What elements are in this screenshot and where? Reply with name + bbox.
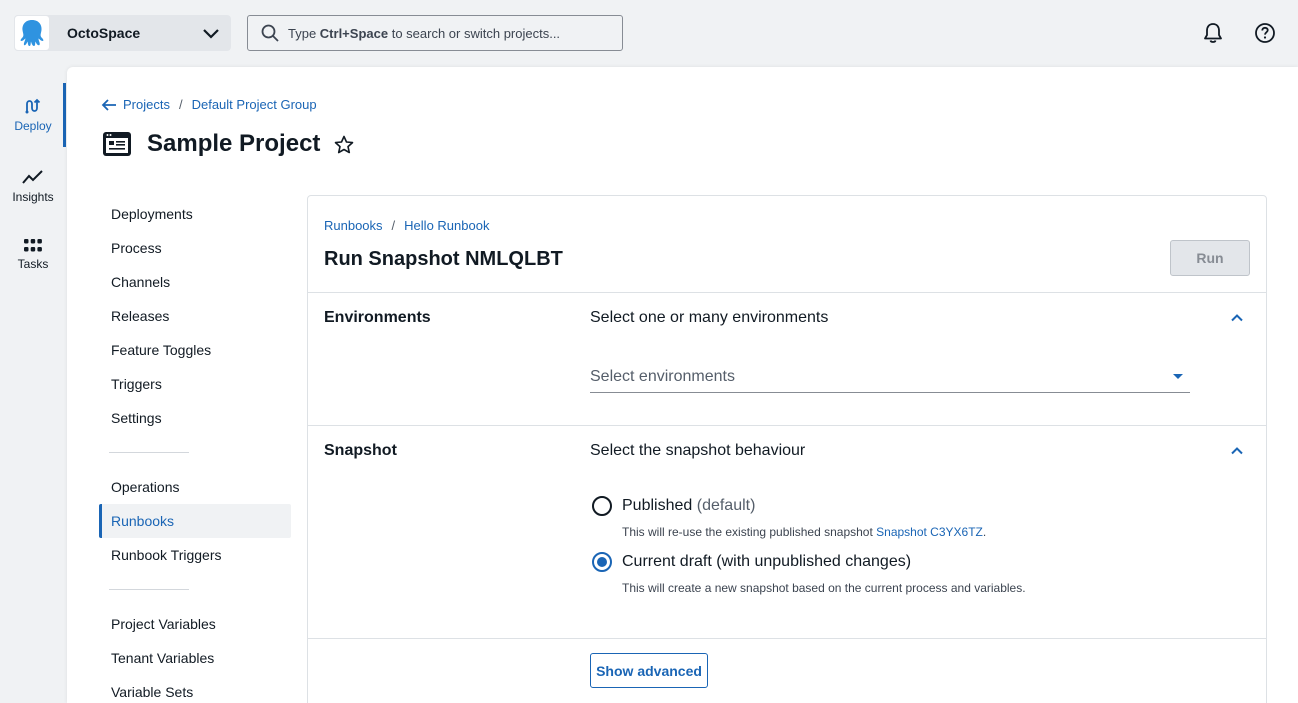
nav-item-variable-sets[interactable]: Variable Sets [99, 675, 291, 703]
bell-icon[interactable] [1201, 21, 1225, 45]
space-name: OctoSpace [67, 25, 141, 41]
caret-down-icon [1172, 373, 1184, 381]
nav-item-triggers[interactable]: Triggers [99, 367, 291, 401]
breadcrumb-runbooks-link[interactable]: Runbooks [324, 218, 383, 233]
octopus-logo-icon [14, 15, 50, 51]
project-header: Sample Project [103, 130, 354, 158]
nav-item-feature-toggles[interactable]: Feature Toggles [99, 333, 291, 367]
main-panel: Projects / Default Project Group Sample … [67, 67, 1298, 703]
deploy-icon [24, 97, 42, 115]
nav-item-operations[interactable]: Operations [99, 470, 291, 504]
run-button[interactable]: Run [1170, 240, 1250, 276]
tasks-icon [24, 239, 42, 253]
section-title: Snapshot [324, 442, 397, 459]
nav-item-settings[interactable]: Settings [99, 401, 291, 435]
show-advanced-button[interactable]: Show advanced [590, 653, 708, 688]
rail-label: Tasks [17, 257, 49, 271]
snapshot-section: Snapshot Select the snapshot behaviour P… [308, 425, 1266, 638]
breadcrumb: Projects / Default Project Group [101, 97, 317, 112]
rail-item-deploy[interactable]: Deploy [0, 97, 66, 133]
breadcrumb-runbook-link[interactable]: Hello Runbook [404, 218, 489, 233]
help-icon[interactable] [1253, 21, 1277, 45]
run-snapshot-card: Runbooks / Hello Runbook Run Snapshot NM… [307, 195, 1267, 703]
card-title: Run Snapshot NMLQLBT [324, 248, 563, 270]
environments-select[interactable]: Select environments [590, 361, 1190, 393]
arrow-left-icon[interactable] [101, 98, 117, 112]
section-description: Select one or many environments [590, 309, 829, 326]
rail-item-insights[interactable]: Insights [0, 168, 66, 204]
radio-published[interactable]: Published (default) [592, 496, 755, 516]
nav-item-runbook-triggers[interactable]: Runbook Triggers [99, 538, 291, 572]
nav-divider [109, 589, 189, 590]
radio-note: This will re-use the existing published … [622, 525, 987, 539]
section-description: Select the snapshot behaviour [590, 442, 806, 459]
page-title: Sample Project [147, 130, 321, 157]
nav-item-runbooks[interactable]: Runbooks [99, 504, 291, 538]
card-breadcrumb: Runbooks / Hello Runbook [324, 218, 489, 233]
breadcrumb-separator: / [178, 97, 183, 112]
nav-item-channels[interactable]: Channels [99, 265, 291, 299]
search-icon [261, 24, 279, 42]
star-icon[interactable] [334, 135, 354, 154]
breadcrumb-separator: / [391, 218, 396, 233]
chevron-up-icon[interactable] [1228, 442, 1246, 460]
nav-item-deployments[interactable]: Deployments [99, 197, 291, 231]
radio-current-draft[interactable]: Current draft (with unpublished changes) [592, 552, 911, 572]
project-nav: Deployments Process Channels Releases Fe… [99, 197, 291, 703]
environments-section: Environments Select one or many environm… [308, 292, 1266, 425]
advanced-section: Show advanced [308, 638, 1266, 703]
nav-item-process[interactable]: Process [99, 231, 291, 265]
breadcrumb-group-link[interactable]: Default Project Group [192, 97, 317, 112]
search-input[interactable]: Type Ctrl+Space to search or switch proj… [247, 15, 623, 51]
section-title: Environments [324, 309, 431, 326]
search-placeholder: Type Ctrl+Space to search or switch proj… [288, 25, 561, 41]
radio-label: Current draft (with unpublished changes) [622, 553, 912, 570]
project-logo-icon [103, 132, 131, 156]
radio-button[interactable] [592, 552, 612, 572]
top-bar: OctoSpace Type Ctrl+Space to search or s… [0, 0, 1298, 66]
chevron-up-icon[interactable] [1228, 309, 1246, 327]
chevron-down-icon [201, 23, 221, 43]
rail-item-tasks[interactable]: Tasks [0, 239, 66, 271]
radio-label: Published (default) [622, 497, 756, 514]
nav-item-releases[interactable]: Releases [99, 299, 291, 333]
rail-label: Insights [12, 190, 54, 204]
nav-item-tenant-variables[interactable]: Tenant Variables [99, 641, 291, 675]
breadcrumb-projects-link[interactable]: Projects [123, 97, 170, 112]
nav-divider [109, 452, 189, 453]
environments-placeholder: Select environments [590, 367, 735, 385]
snapshot-link[interactable]: Snapshot C3YX6TZ [876, 525, 983, 539]
radio-button[interactable] [592, 496, 612, 516]
rail-label: Deploy [14, 119, 52, 133]
space-switcher[interactable]: OctoSpace [14, 15, 231, 51]
insights-icon [22, 168, 44, 186]
radio-note: This will create a new snapshot based on… [622, 581, 1026, 595]
nav-item-project-variables[interactable]: Project Variables [99, 607, 291, 641]
